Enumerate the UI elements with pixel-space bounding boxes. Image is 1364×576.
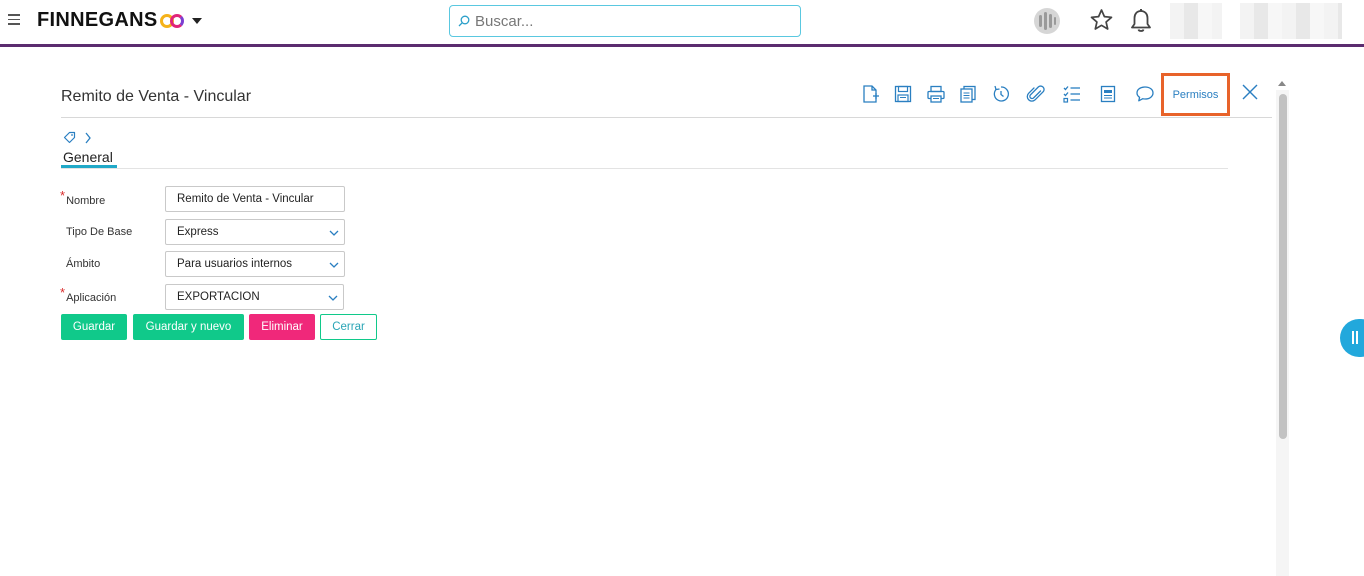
brand-mark-icon xyxy=(160,13,186,28)
nombre-label: *Nombre xyxy=(60,188,106,207)
required-marker: * xyxy=(60,285,66,300)
delete-button[interactable]: Eliminar xyxy=(249,314,315,340)
new-document-icon[interactable] xyxy=(860,84,882,106)
side-panel-toggle[interactable] xyxy=(1340,319,1364,357)
report-icon[interactable] xyxy=(1098,84,1120,106)
title-divider xyxy=(61,117,1272,118)
permisos-button[interactable]: Permisos xyxy=(1161,73,1230,116)
chevron-down-icon xyxy=(328,295,338,301)
aplicacion-label: *Aplicación xyxy=(60,285,117,304)
aplicacion-select[interactable]: EXPORTACION xyxy=(165,284,344,310)
top-bar: FINNEGANS xyxy=(0,0,1364,44)
checklist-icon[interactable] xyxy=(1062,84,1084,106)
tab-general[interactable]: General xyxy=(61,149,115,165)
copy-icon[interactable] xyxy=(958,84,980,106)
breadcrumb xyxy=(63,131,92,144)
pause-icon xyxy=(1352,331,1354,344)
menu-icon[interactable] xyxy=(8,14,20,26)
required-marker: * xyxy=(60,188,66,203)
page-title: Remito de Venta - Vincular xyxy=(61,88,252,105)
chevron-down-icon xyxy=(329,262,339,268)
print-icon[interactable] xyxy=(926,84,948,106)
scrollbar-thumb[interactable] xyxy=(1279,94,1287,439)
brand-name: FINNEGANS xyxy=(37,9,158,31)
save-icon[interactable] xyxy=(893,84,915,106)
tipo-de-base-select[interactable]: Express xyxy=(165,219,345,245)
top-divider xyxy=(0,44,1364,47)
company-icon[interactable] xyxy=(1032,6,1062,41)
scroll-up-arrow-icon[interactable] xyxy=(1278,81,1286,86)
nombre-field[interactable]: Remito de Venta - Vincular xyxy=(165,186,345,212)
search-box[interactable] xyxy=(449,5,801,37)
search-input[interactable] xyxy=(475,12,775,30)
save-button[interactable]: Guardar xyxy=(61,314,127,340)
user-name[interactable] xyxy=(1240,3,1342,39)
tag-icon[interactable] xyxy=(63,131,76,144)
ambito-label: Ámbito xyxy=(66,258,101,270)
history-icon[interactable] xyxy=(991,84,1013,106)
user-avatar[interactable] xyxy=(1170,3,1222,39)
notifications-bell-icon[interactable] xyxy=(1130,8,1152,39)
tipo-de-base-label: Tipo De Base xyxy=(66,226,133,238)
brand-dropdown-icon[interactable] xyxy=(192,17,203,24)
chevron-down-icon xyxy=(329,230,339,236)
close-icon[interactable] xyxy=(1240,82,1260,107)
ambito-select[interactable]: Para usuarios internos xyxy=(165,251,345,277)
brand-logo[interactable]: FINNEGANS xyxy=(37,9,203,32)
favorites-star-icon[interactable] xyxy=(1089,8,1114,37)
attachment-icon[interactable] xyxy=(1026,84,1048,106)
chevron-right-icon[interactable] xyxy=(84,132,92,144)
search-icon xyxy=(458,15,470,27)
close-button[interactable]: Cerrar xyxy=(320,314,377,340)
tabs-divider xyxy=(61,168,1228,169)
comment-icon[interactable] xyxy=(1135,84,1157,106)
save-and-new-button[interactable]: Guardar y nuevo xyxy=(133,314,244,340)
